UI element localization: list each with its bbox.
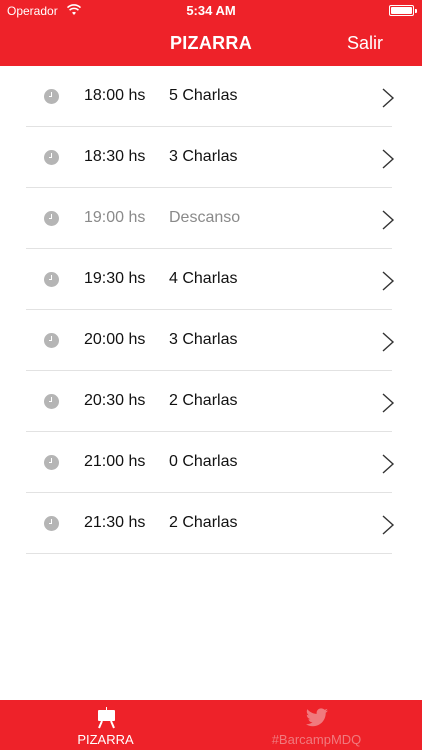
slot-time: 19:30 hs [84,270,146,287]
slot-time: 21:00 hs [84,453,146,470]
logout-button[interactable]: Salir [347,33,383,54]
slot-time: 21:30 hs [84,514,146,531]
slot-label: 2 Charlas [169,514,238,531]
slot-time: 19:00 hs [84,209,146,226]
tab-bar: PIZARRA #BarcampMDQ [0,700,422,750]
easel-icon [97,707,115,729]
status-time: 5:34 AM [186,3,236,18]
clock-icon [44,272,59,287]
schedule-row[interactable]: 18:00 hs 5 Charlas [0,66,422,127]
slot-time: 18:00 hs [84,87,146,104]
slot-time: 20:00 hs [84,331,146,348]
clock-icon [44,516,59,531]
clock-icon [44,211,59,226]
chevron-right-icon [382,271,395,291]
tab-pizarra[interactable]: PIZARRA [0,700,211,750]
chevron-right-icon [382,332,395,352]
schedule-row[interactable]: 19:00 hs Descanso [0,188,422,249]
app-header: Operador 5:34 AM PIZARRA Salir [0,0,422,66]
slot-label: 3 Charlas [169,331,238,348]
clock-icon [44,394,59,409]
slot-label: Descanso [169,209,241,226]
slot-label: 4 Charlas [169,270,238,287]
schedule-list: 18:00 hs 5 Charlas 18:30 hs 3 Charlas 19… [0,66,422,554]
row-divider [26,553,392,554]
schedule-row[interactable]: 21:00 hs 0 Charlas [0,432,422,493]
schedule-row[interactable]: 18:30 hs 3 Charlas [0,127,422,188]
chevron-right-icon [382,393,395,413]
tab-twitter[interactable]: #BarcampMDQ [211,700,422,750]
clock-icon [44,89,59,104]
chevron-right-icon [382,149,395,169]
schedule-row[interactable]: 20:00 hs 3 Charlas [0,310,422,371]
clock-icon [44,333,59,348]
slot-label: 0 Charlas [169,453,238,470]
schedule-row[interactable]: 21:30 hs 2 Charlas [0,493,422,554]
slot-time: 18:30 hs [84,148,146,165]
schedule-row[interactable]: 19:30 hs 4 Charlas [0,249,422,310]
chevron-right-icon [382,88,395,108]
navigation-bar: PIZARRA Salir [0,22,422,66]
slot-label: 3 Charlas [169,148,238,165]
slot-label: 2 Charlas [169,392,238,409]
schedule-row[interactable]: 20:30 hs 2 Charlas [0,371,422,432]
battery-icon [389,5,417,16]
slot-time: 20:30 hs [84,392,146,409]
chevron-right-icon [382,210,395,230]
chevron-right-icon [382,454,395,474]
clock-icon [44,150,59,165]
tab-label: PIZARRA [77,732,134,747]
clock-icon [44,455,59,470]
chevron-right-icon [382,515,395,535]
slot-label: 5 Charlas [169,87,238,104]
twitter-bird-icon [305,708,328,727]
status-bar: Operador 5:34 AM [0,0,422,22]
tab-label: #BarcampMDQ [271,732,362,747]
